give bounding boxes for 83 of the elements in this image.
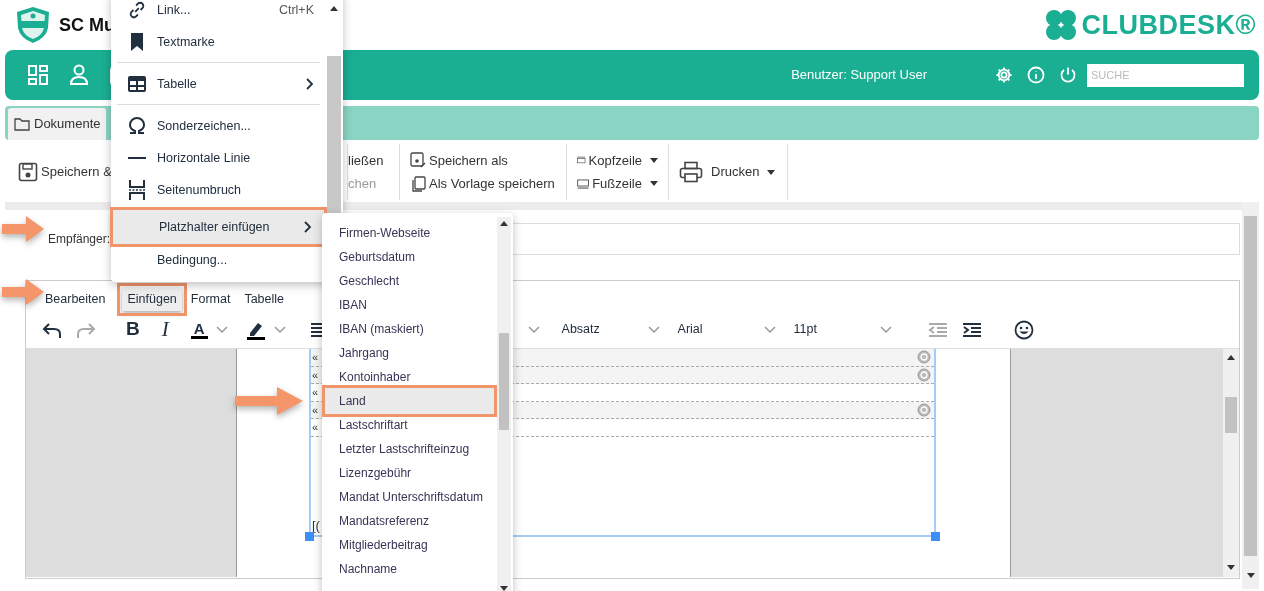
page-scrollbar[interactable] [1242,202,1259,589]
search-field[interactable]: SUCHE [1087,63,1244,87]
menu-item[interactable]: Bearbeiten [40,288,111,311]
menu-item[interactable]: Letzter Lastschrifteinzug [322,437,497,461]
menu-scrollbar[interactable] [497,217,511,591]
scroll-up-icon[interactable] [1227,355,1235,361]
toolbar-button[interactable]: Fußzeile [577,172,658,196]
footer-icon [577,176,590,191]
toolbar-button[interactable]: Kopfzeile [577,148,658,172]
club-logo [15,6,51,44]
info-icon[interactable] [1027,66,1045,84]
chevron-icon [879,325,892,334]
printer-icon [679,161,703,183]
menu-item[interactable]: Mandatsreferenz [322,509,497,533]
menu-item[interactable]: Lizenzgebühr [322,461,497,485]
recipient-label: Empfänger: [48,230,111,248]
bookmark-icon [130,33,144,51]
help-icon[interactable] [917,367,931,382]
link-icon [128,0,146,20]
page-break-icon [128,180,146,200]
menu-item[interactable]: Mandat Unterschriftsdatum [322,485,497,509]
person-icon[interactable] [69,64,89,86]
dashboard-icon[interactable] [27,64,49,86]
save-as-icon [410,152,426,169]
toolbar-button[interactable]: ließen [348,148,389,172]
menu-item[interactable]: Tabelle [239,288,290,311]
menu-item[interactable]: Nachname [322,557,497,581]
scroll-down-icon[interactable] [500,586,508,591]
resize-handle[interactable] [305,532,314,541]
resize-handle[interactable] [931,532,940,541]
scroll-thumb[interactable] [1244,216,1257,556]
italic-button[interactable]: I [155,313,175,346]
table-icon [128,76,146,92]
omega-icon [128,117,146,135]
scroll-thumb[interactable] [499,333,509,430]
user-label: Benutzer: Support User [791,66,927,85]
field-marker: « [312,350,319,365]
field-marker: « [312,367,319,383]
folder-icon [14,117,30,131]
font-select[interactable]: Arial [671,320,782,339]
pointer-arrow [2,279,44,305]
chevron-icon [763,325,776,334]
toolbar-button[interactable]: Drucken [679,159,777,185]
scroll-down-icon[interactable] [1246,573,1255,579]
help-icon[interactable] [917,350,931,365]
field-marker: « [312,385,319,400]
chevron-icon [647,325,660,334]
chevron-icon [273,325,286,334]
pointer-arrow [235,387,303,415]
chevron-icon [527,325,540,334]
menu-item[interactable]: IBAN (maskiert) [322,317,497,341]
copy-icon [410,175,426,192]
size-select[interactable]: 11pt [787,320,898,339]
scroll-up-icon[interactable] [500,221,508,227]
toolbar-button[interactable]: Als Vorlage speichern [410,172,556,196]
clover-icon [1043,8,1078,42]
menu-item[interactable]: Firmen-Webseite [322,221,497,245]
pointer-arrow [2,216,44,242]
tab[interactable]: Dokumente [8,108,107,140]
menu-item[interactable]: Format [185,288,236,311]
scroll-up-icon[interactable] [330,6,338,12]
bold-button[interactable]: B [120,315,146,344]
shortcut-text: Ctrl+K [278,1,314,19]
menu-item[interactable]: Mitgliederbeitrag [322,533,497,557]
menu-item[interactable]: Jahrgang [322,341,497,365]
menu-item[interactable]: Platzhalter einfügen [113,210,324,244]
horizontal-line-icon [128,156,146,160]
menu-item[interactable]: Land [322,385,497,417]
field-marker: « [312,420,319,435]
text-color-button[interactable]: A [184,320,234,339]
menu-item[interactable]: IBAN [322,293,497,317]
editor-scrollbar[interactable] [1223,349,1239,577]
document-text: [( [311,516,320,535]
chevron-icon [215,325,228,334]
scroll-thumb[interactable] [1225,397,1237,433]
help-icon[interactable] [917,402,931,417]
scroll-down-icon[interactable] [1227,565,1235,571]
format-select[interactable]: Absatz [555,320,666,339]
settings-icon[interactable] [995,66,1013,84]
field-marker: « [312,402,319,418]
power-icon[interactable] [1059,66,1077,84]
toolbar-button[interactable]: Speichern als [410,148,556,172]
brand-logo: CLUBDESK® [1081,8,1256,42]
